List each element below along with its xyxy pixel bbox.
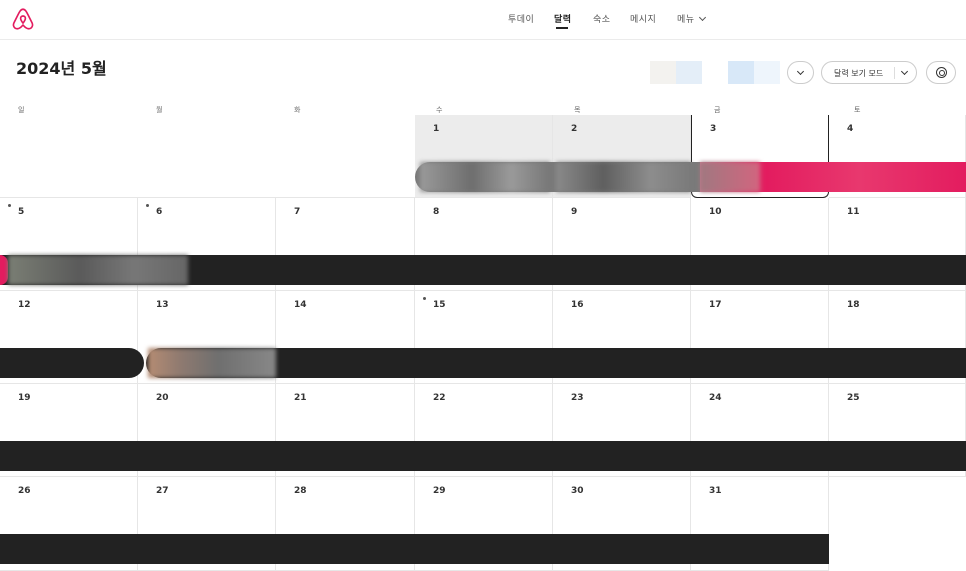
view-mode-label: 달력 보기 모드 (834, 69, 884, 78)
note-dot-indicator (8, 204, 11, 207)
note-dot-indicator (146, 204, 149, 207)
listing-select-dropdown-button[interactable] (787, 61, 814, 84)
listing-thumbnail (676, 61, 702, 84)
day-number: 31 (709, 486, 722, 496)
guest-name-blurred (700, 162, 760, 192)
day-number: 28 (294, 486, 307, 496)
day-number: 15 (433, 300, 446, 310)
day-number: 30 (571, 486, 584, 496)
nav-item-messages[interactable]: 메시지 (630, 12, 656, 25)
reservation-bar-end[interactable] (0, 255, 8, 285)
day-number: 16 (571, 300, 584, 310)
reservation-bar-end[interactable] (0, 348, 144, 378)
day-number: 22 (433, 393, 446, 403)
calendar-empty-cell (829, 477, 966, 571)
day-number: 9 (571, 207, 578, 217)
weekday-thu: 목 (574, 106, 581, 114)
listing-thumbnail (754, 61, 780, 84)
day-number: 18 (847, 300, 860, 310)
day-number: 2 (571, 124, 578, 134)
weekday-fri: 금 (714, 106, 721, 114)
day-number: 1 (433, 124, 440, 134)
calendar-grid: 1 2 3 4 5 6 7 8 9 10 11 12 13 14 15 16 17 18 19 20 21 22 23 24 2… (0, 115, 966, 571)
listing-thumbnail (702, 61, 728, 84)
day-number: 21 (294, 393, 307, 403)
day-number: 12 (18, 300, 31, 310)
listing-thumbnail (728, 61, 754, 84)
calendar-settings-button[interactable] (926, 61, 956, 84)
calendar-empty-cell (276, 115, 415, 198)
menu-label: 메뉴 (677, 15, 695, 25)
listing-thumbnail (780, 61, 786, 84)
guest-name-blurred (8, 255, 188, 285)
guest-name-blurred (420, 162, 550, 192)
day-number: 6 (156, 207, 163, 217)
calendar-empty-cell (0, 115, 138, 198)
nav-item-today[interactable]: 투데이 (508, 12, 534, 25)
day-number: 11 (847, 207, 860, 217)
calendar-empty-cell (138, 115, 276, 198)
active-nav-underline (556, 27, 568, 29)
day-number: 29 (433, 486, 446, 496)
day-number: 23 (571, 393, 584, 403)
chevron-down-icon (900, 67, 909, 76)
settings-ring-icon (936, 67, 947, 78)
day-number: 27 (156, 486, 169, 496)
top-navigation-bar: 투데이 달력 숙소 메시지 메뉴 (0, 0, 966, 40)
page-title: 2024년 5월 (16, 59, 107, 78)
day-number: 8 (433, 207, 440, 217)
day-number: 20 (156, 393, 169, 403)
day-number: 3 (710, 124, 717, 134)
day-number: 4 (847, 124, 854, 134)
weekday-sat: 토 (854, 106, 861, 114)
day-number: 17 (709, 300, 722, 310)
guest-avatar-blurred (148, 348, 276, 378)
weekday-mon: 월 (156, 106, 163, 114)
nav-item-calendar[interactable]: 달력 (554, 12, 572, 25)
listing-thumbnail (630, 61, 650, 84)
view-mode-dropdown[interactable]: 달력 보기 모드 (821, 61, 917, 84)
listing-selector-thumbnails[interactable] (630, 61, 786, 84)
divider (894, 67, 895, 79)
day-number: 25 (847, 393, 860, 403)
reservation-bar[interactable] (0, 534, 829, 564)
day-number: 24 (709, 393, 722, 403)
day-number: 10 (709, 207, 722, 217)
day-number: 5 (18, 207, 25, 217)
chevron-down-icon (698, 13, 706, 22)
day-number: 7 (294, 207, 301, 217)
weekday-sun: 일 (18, 106, 25, 114)
nav-item-menu[interactable]: 메뉴 (677, 12, 706, 25)
day-number: 14 (294, 300, 307, 310)
guest-name-blurred (556, 162, 691, 192)
note-dot-indicator (423, 297, 426, 300)
weekday-wed: 수 (436, 106, 443, 114)
listing-thumbnail (650, 61, 676, 84)
day-number: 26 (18, 486, 31, 496)
day-number: 19 (18, 393, 31, 403)
weekday-tue: 화 (294, 106, 301, 114)
nav-item-listings[interactable]: 숙소 (593, 12, 611, 25)
reservation-bar[interactable] (0, 441, 966, 471)
chevron-down-icon (796, 67, 805, 76)
main-nav: 투데이 달력 숙소 메시지 메뉴 (0, 0, 966, 40)
day-number: 13 (156, 300, 169, 310)
